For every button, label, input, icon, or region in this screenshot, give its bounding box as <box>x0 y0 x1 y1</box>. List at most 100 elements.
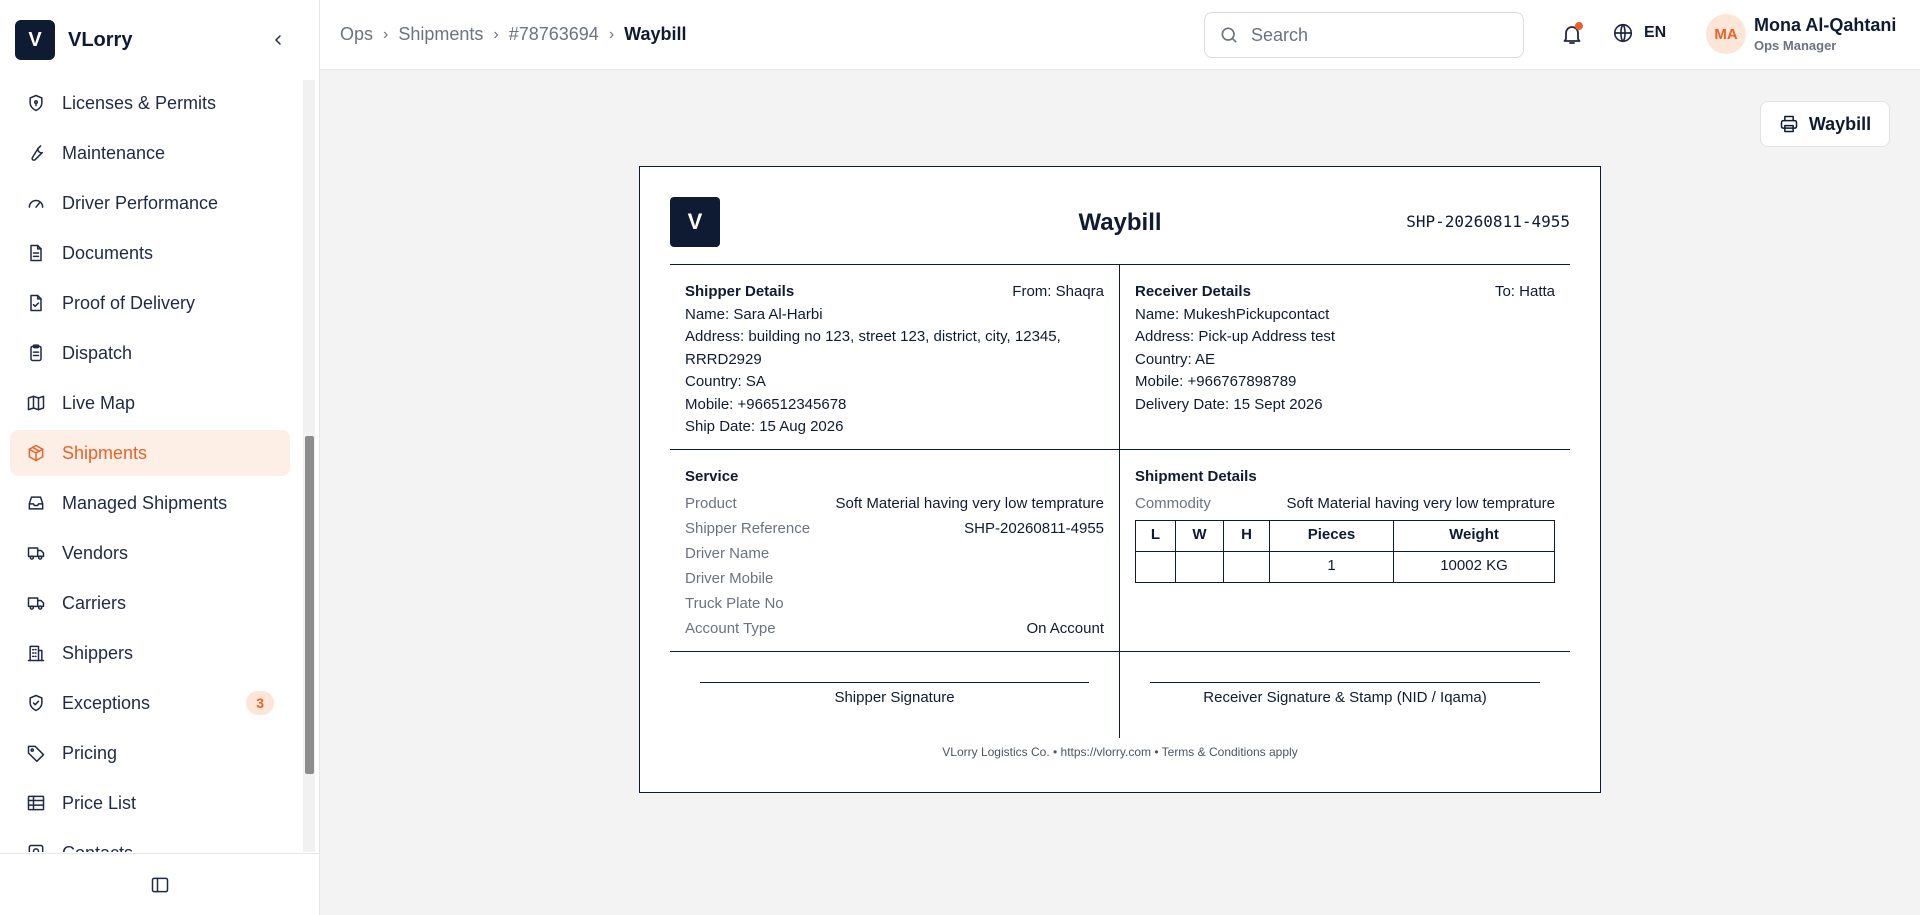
shipper-details-title: Shipper Details <box>685 283 795 300</box>
printer-icon <box>1780 115 1798 133</box>
search-box[interactable] <box>1204 12 1524 58</box>
table-row: 1 10002 KG <box>1135 550 1555 583</box>
breadcrumb-ops[interactable]: Ops <box>340 24 373 45</box>
sidebar-item-label: Vendors <box>62 542 129 563</box>
sidebar-item-label: Proof of Delivery <box>62 292 196 313</box>
breadcrumb-shipment-id[interactable]: #78763694 <box>509 24 599 45</box>
sidebar-item-label: Live Map <box>62 392 136 413</box>
chevron-left-icon <box>275 35 281 45</box>
receiver-details: Receiver Details To: Hatta Name: MukeshP… <box>1120 265 1570 449</box>
commodity-row: Commodity Soft Material having very low t… <box>1135 494 1555 512</box>
service-row-driver-mobile: Driver Mobile <box>685 569 774 587</box>
shipper-signature-area: Shipper Signature <box>670 652 1120 738</box>
chevron-right-icon: › <box>383 25 389 43</box>
sidebar-item-dispatch[interactable]: Dispatch <box>10 330 290 376</box>
waybill-footer: VLorry Logistics Co. • https://vlorry.co… <box>942 745 1298 759</box>
service-row-shipper-reference: Shipper Reference SHP-20260811-4955 <box>685 519 1104 537</box>
sidebar-item-label: Dispatch <box>62 342 133 363</box>
sidebar-scrollbar[interactable] <box>303 80 315 852</box>
collapse-sidebar-button[interactable] <box>266 28 290 52</box>
sidebar-item-label: Shippers <box>62 642 134 663</box>
truck-icon <box>27 547 45 560</box>
shipper-origin: From: Shaqra <box>1012 283 1104 300</box>
shipper-mobile: Mobile: +966512345678 <box>685 395 847 413</box>
service-row: Service Product Soft Material having very… <box>670 450 1570 652</box>
sidebar-item-exceptions[interactable]: Exceptions 3 <box>10 680 290 726</box>
sidebar-footer <box>0 853 319 915</box>
service-row-product: Product Soft Material having very low tem… <box>685 494 1104 512</box>
receiver-destination: To: Hatta <box>1494 283 1555 300</box>
shield-check-icon <box>29 694 43 712</box>
document-icon <box>30 244 42 262</box>
document-check-icon <box>30 294 42 312</box>
sidebar-scroll-thumb[interactable] <box>305 436 314 774</box>
notifications-button[interactable] <box>1560 22 1584 46</box>
package-icon <box>28 444 44 462</box>
sidebar-item-label: Licenses & Permits <box>62 92 217 113</box>
sidebar-item-label: Shipments <box>62 442 148 463</box>
receiver-signature-label: Receiver Signature & Stamp (NID / Iqama) <box>1203 689 1487 706</box>
table-cell <box>1175 550 1224 583</box>
sidebar-item-label: Exceptions <box>62 692 151 713</box>
sidebar-item-pricing[interactable]: Pricing <box>10 730 290 776</box>
user-menu[interactable]: MA Mona Al-Qahtani Ops Manager <box>1706 14 1896 54</box>
sidebar-item-maintenance[interactable]: Maintenance <box>10 130 290 176</box>
sidebar-item-driver-performance[interactable]: Driver Performance <box>10 180 290 226</box>
sidebar-item-label: Managed Shipments <box>62 492 228 513</box>
brand-logo[interactable]: V <box>15 20 55 60</box>
sidebar-item-proof-of-delivery[interactable]: Proof of Delivery <box>10 280 290 326</box>
sidebar-item-label: Price List <box>62 792 137 813</box>
search-input[interactable] <box>1251 24 1501 46</box>
sidebar-item-price-list[interactable]: Price List <box>10 780 290 826</box>
clipboard-icon <box>30 344 42 362</box>
sidebar-item-label: Pricing <box>62 742 118 763</box>
brand-name: VLorry <box>68 28 133 51</box>
service-section: Service Product Soft Material having very… <box>670 450 1120 651</box>
table-cell <box>1135 550 1176 583</box>
column-header: W <box>1175 519 1224 552</box>
sidebar-item-shipments[interactable]: Shipments <box>10 430 290 476</box>
sidebar-item-contacts[interactable]: Contacts <box>10 830 290 852</box>
sidebar-item-licenses-permits[interactable]: Licenses & Permits <box>10 80 290 126</box>
sidebar-item-shippers[interactable]: Shippers <box>10 630 290 676</box>
shipper-details: Shipper Details From: Shaqra Name: Sara … <box>670 265 1120 449</box>
table-cell <box>1223 550 1270 583</box>
print-button-label: Waybill <box>1808 113 1872 134</box>
sidebar-item-vendors[interactable]: Vendors <box>10 530 290 576</box>
inbox-icon <box>28 496 44 510</box>
map-icon <box>27 395 45 411</box>
sidebar-item-label: Carriers <box>62 592 127 613</box>
signatures-row: Shipper Signature Receiver Signature & S… <box>670 652 1570 738</box>
sidebar-item-live-map[interactable]: Live Map <box>10 380 290 426</box>
sidebar-item-documents[interactable]: Documents <box>10 230 290 276</box>
notification-dot <box>1575 22 1583 30</box>
breadcrumb-current: Waybill <box>624 24 687 44</box>
sidebar-item-carriers[interactable]: Carriers <box>10 580 290 626</box>
print-waybill-button[interactable]: Waybill <box>1760 101 1890 147</box>
table-icon <box>27 795 45 811</box>
sidebar-nav: Licenses & Permits Maintenance Driver Pe… <box>0 80 300 852</box>
language-switcher[interactable]: EN <box>1612 22 1666 44</box>
user-role: Ops Manager <box>1754 38 1837 53</box>
user-name: Mona Al-Qahtani <box>1754 15 1897 35</box>
wrench-icon <box>31 145 43 161</box>
search-icon <box>1221 27 1237 43</box>
table-cell: 10002 KG <box>1393 550 1555 583</box>
column-header: Weight <box>1393 519 1555 552</box>
shipment-details-section: Shipment Details Commodity Soft Material … <box>1120 450 1570 651</box>
language-code: EN <box>1644 24 1667 41</box>
column-header: L <box>1135 519 1176 552</box>
avatar: MA <box>1706 14 1746 54</box>
sidebar-item-label: Documents <box>62 242 154 263</box>
dimensions-table: L W H Pieces Weight 1 10002 KG <box>1135 519 1555 583</box>
chevron-right-icon: › <box>493 25 499 43</box>
sidebar-item-label: Contacts <box>62 843 133 853</box>
breadcrumb-shipments[interactable]: Shipments <box>398 24 483 45</box>
sidebar-item-managed-shipments[interactable]: Managed Shipments <box>10 480 290 526</box>
sidebar-toggle-icon[interactable] <box>150 875 170 895</box>
building-icon <box>27 645 45 662</box>
table-header-row: L W H Pieces Weight <box>1135 519 1555 552</box>
sidebar: V VLorry Licenses & Permits Maintenance … <box>0 0 320 915</box>
shipper-name: Name: Sara Al-Harbi <box>685 305 823 323</box>
shipper-signature-label: Shipper Signature <box>834 689 955 706</box>
